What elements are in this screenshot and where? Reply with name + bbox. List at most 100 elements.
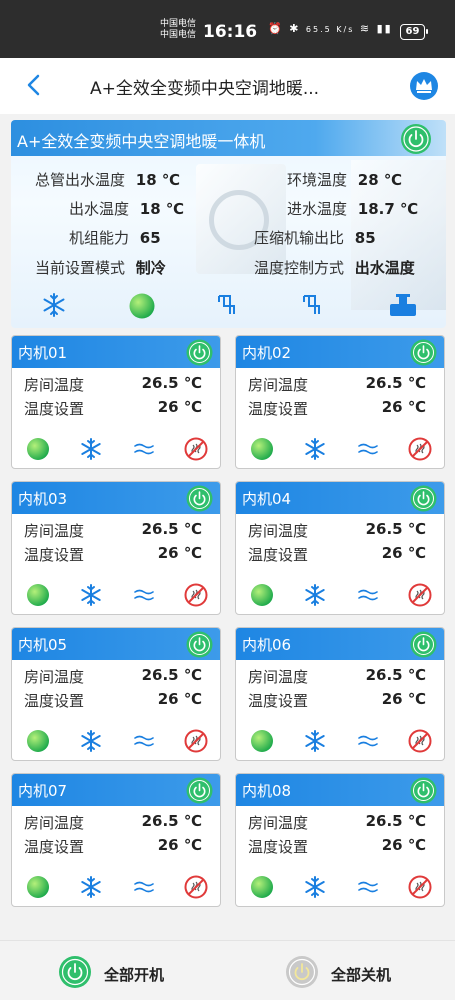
status-icons: ⏰ ✱ 65.5 K/s ≋ ▮▮ <box>268 22 393 35</box>
wind-icon[interactable] <box>132 437 156 461</box>
heating-off-icon[interactable] <box>184 583 208 607</box>
set-temp-value: 26 ℃ <box>381 544 426 562</box>
unit-power-icon[interactable] <box>186 631 213 658</box>
row-value: 18.7 ℃ <box>357 200 419 218</box>
card-icon-row <box>12 729 220 753</box>
set-temp-label: 温度设置 <box>24 546 85 564</box>
power-off-icon <box>286 956 318 988</box>
carrier-1: 中国电信 <box>160 19 197 29</box>
page-title: A+全效全变频中央空调地暖... <box>90 79 320 99</box>
wind-icon[interactable] <box>356 583 380 607</box>
row-value: 制冷 <box>135 259 166 277</box>
valve-icon[interactable] <box>216 292 242 318</box>
room-temp-value: 26.5 ℃ <box>141 812 202 830</box>
unit-power-icon[interactable] <box>410 339 437 366</box>
set-temp-label: 温度设置 <box>248 838 309 856</box>
wind-icon[interactable] <box>132 583 156 607</box>
snowflake-icon[interactable] <box>79 729 103 753</box>
room-temp-label: 房间温度 <box>248 814 309 832</box>
snowflake-icon[interactable] <box>303 437 327 461</box>
room-temp-value: 26.5 ℃ <box>365 374 426 392</box>
wind-icon[interactable] <box>356 437 380 461</box>
card-icon-row <box>236 875 444 899</box>
panel-row: 总管出水温度 18 ℃ <box>35 169 180 190</box>
panel-title: A+全效全变频中央空调地暖一体机 <box>17 132 266 151</box>
room-temp-value: 26.5 ℃ <box>365 812 426 830</box>
all-on-button[interactable]: 全部开机 <box>58 955 188 989</box>
wind-icon[interactable] <box>132 729 156 753</box>
card-header: 内机04 <box>236 482 444 514</box>
set-temp-label: 温度设置 <box>248 546 309 564</box>
crown-icon[interactable] <box>409 71 439 101</box>
room-temp-value: 26.5 ℃ <box>141 374 202 392</box>
unit-power-icon[interactable] <box>410 777 437 804</box>
pipe-icon[interactable] <box>301 292 327 318</box>
snowflake-icon[interactable] <box>79 437 103 461</box>
status-ball-icon <box>251 584 273 606</box>
card-title: 内机01 <box>18 344 68 362</box>
carrier-info: 中国电信 中国电信 <box>160 19 196 41</box>
indoor-unit-card[interactable]: 内机06 房间温度 26.5 ℃ 温度设置 26 ℃ <box>235 627 445 761</box>
unit-power-icon[interactable] <box>186 339 213 366</box>
panel-titlebar: A+全效全变频中央空调地暖一体机 <box>11 120 446 156</box>
carrier-2: 中国电信 <box>160 30 197 40</box>
snowflake-icon[interactable] <box>303 729 327 753</box>
panel-row: 出水温度 18 ℃ <box>69 198 184 219</box>
status-ball-icon <box>27 730 49 752</box>
unit-power-icon[interactable] <box>186 485 213 512</box>
unit-power-icon[interactable] <box>410 485 437 512</box>
card-header: 内机07 <box>12 774 220 806</box>
room-temp-label: 房间温度 <box>24 522 85 540</box>
set-temp-value: 26 ℃ <box>157 398 202 416</box>
snowflake-icon[interactable] <box>303 583 327 607</box>
status-ball-icon <box>129 293 155 319</box>
indoor-unit-card[interactable]: 内机08 房间温度 26.5 ℃ 温度设置 26 ℃ <box>235 773 445 907</box>
card-title: 内机04 <box>242 490 292 508</box>
heating-off-icon[interactable] <box>184 437 208 461</box>
panel-row: 压缩机输出比 85 <box>254 227 376 248</box>
indoor-unit-card[interactable]: 内机04 房间温度 26.5 ℃ 温度设置 26 ℃ <box>235 481 445 615</box>
indoor-unit-card[interactable]: 内机03 房间温度 26.5 ℃ 温度设置 26 ℃ <box>11 481 221 615</box>
snowflake-icon[interactable] <box>41 292 67 318</box>
card-icon-row <box>12 875 220 899</box>
status-ball-icon <box>27 876 49 898</box>
heating-off-icon[interactable] <box>184 875 208 899</box>
indoor-unit-card[interactable]: 内机05 房间温度 26.5 ℃ 温度设置 26 ℃ <box>11 627 221 761</box>
heating-off-icon[interactable] <box>408 729 432 753</box>
unit-power-icon[interactable] <box>410 631 437 658</box>
snowflake-icon[interactable] <box>79 875 103 899</box>
room-temp-label: 房间温度 <box>248 522 309 540</box>
set-temp-value: 26 ℃ <box>157 690 202 708</box>
back-arrow-icon[interactable] <box>22 72 48 98</box>
panel-row: 温度控制方式 出水温度 <box>254 257 415 278</box>
indoor-unit-card[interactable]: 内机07 房间温度 26.5 ℃ 温度设置 26 ℃ <box>11 773 221 907</box>
heating-off-icon[interactable] <box>408 437 432 461</box>
heating-off-icon[interactable] <box>184 729 208 753</box>
panel-row: 进水温度 18.7 ℃ <box>287 198 418 219</box>
row-value: 18 ℃ <box>139 200 185 218</box>
unit-power-icon[interactable] <box>186 777 213 804</box>
set-temp-value: 26 ℃ <box>381 690 426 708</box>
main-power-icon[interactable] <box>400 123 432 155</box>
room-temp-label: 房间温度 <box>248 376 309 394</box>
card-header: 内机01 <box>12 336 220 368</box>
set-temp-value: 26 ℃ <box>381 398 426 416</box>
wind-icon[interactable] <box>132 875 156 899</box>
snowflake-icon[interactable] <box>79 583 103 607</box>
set-temp-value: 26 ℃ <box>157 836 202 854</box>
all-off-label: 全部关机 <box>331 966 392 984</box>
card-title: 内机02 <box>242 344 292 362</box>
set-temp-label: 温度设置 <box>24 838 85 856</box>
heating-off-icon[interactable] <box>408 583 432 607</box>
status-ball-icon <box>27 438 49 460</box>
water-pump-icon[interactable] <box>388 292 418 320</box>
indoor-unit-card[interactable]: 内机02 房间温度 26.5 ℃ 温度设置 26 ℃ <box>235 335 445 469</box>
room-temp-value: 26.5 ℃ <box>141 520 202 538</box>
indoor-unit-card[interactable]: 内机01 房间温度 26.5 ℃ 温度设置 26 ℃ <box>11 335 221 469</box>
wind-icon[interactable] <box>356 875 380 899</box>
status-ball-icon <box>27 584 49 606</box>
heating-off-icon[interactable] <box>408 875 432 899</box>
snowflake-icon[interactable] <box>303 875 327 899</box>
all-off-button[interactable]: 全部关机 <box>285 955 415 989</box>
wind-icon[interactable] <box>356 729 380 753</box>
